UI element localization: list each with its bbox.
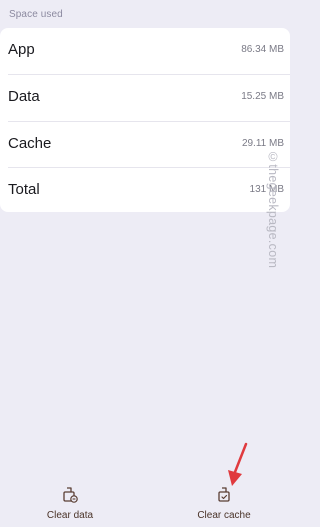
- red-arrow-icon: [228, 442, 248, 486]
- row-value-app: 86.34 MB: [241, 44, 284, 55]
- row-label-data: Data: [8, 88, 40, 105]
- row-value-data: 15.25 MB: [241, 91, 284, 102]
- watermark-text: ©thegeekpage.com: [266, 150, 280, 269]
- row-total: Total 131 MB: [0, 168, 290, 214]
- row-label-total: Total: [8, 181, 40, 198]
- clear-data-label: Clear data: [46, 510, 94, 521]
- section-title-space-used: Space used: [9, 9, 63, 20]
- clear-cache-button[interactable]: Clear cache: [174, 486, 274, 521]
- clear-data-icon: [63, 487, 78, 503]
- row-data: Data 15.25 MB: [0, 75, 290, 121]
- row-cache: Cache 29.11 MB: [0, 122, 290, 168]
- row-app: App 86.34 MB: [0, 28, 290, 74]
- clear-cache-label: Clear cache: [197, 510, 251, 521]
- clear-data-button[interactable]: Clear data: [20, 486, 120, 521]
- row-value-cache: 29.11 MB: [241, 138, 284, 149]
- row-label-app: App: [8, 41, 35, 58]
- space-used-card: App 86.34 MB Data 15.25 MB Cache 29.11 M…: [0, 28, 290, 212]
- row-label-cache: Cache: [8, 135, 52, 152]
- clear-cache-icon: [218, 487, 230, 502]
